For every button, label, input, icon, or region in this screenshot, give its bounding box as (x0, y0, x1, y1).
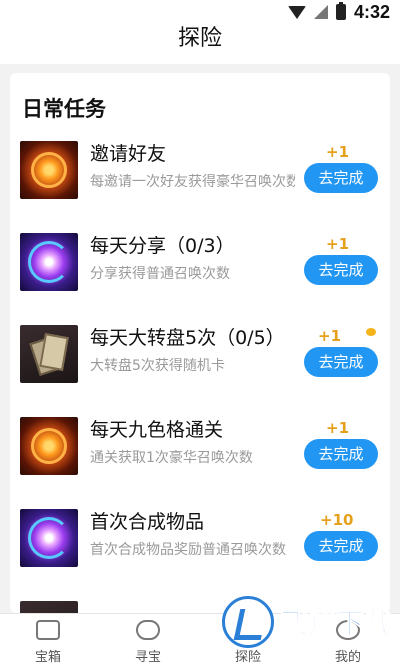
orange-summon-icon (20, 417, 78, 475)
nav-item-treasure-chest[interactable]: 宝箱 (8, 614, 88, 667)
task-reward: +1 (318, 327, 342, 345)
section-title: 日常任务 (22, 97, 106, 121)
watermark: 飞翔下载 (222, 592, 393, 652)
task-row: 邀请好友 每邀请一次好友获得豪华召唤次数 +1 去完成 (10, 133, 390, 213)
treasure-chest-icon (36, 620, 60, 640)
wifi-icon (287, 5, 306, 19)
card-pack-icon (20, 601, 78, 613)
task-desc: 分享获得普通召唤次数 (90, 266, 230, 282)
task-desc: 大转盘5次获得随机卡 (90, 358, 225, 374)
task-title: 首次合成物品 (90, 511, 205, 533)
watermark-logo-icon (222, 596, 274, 648)
card-pack-icon (20, 325, 78, 383)
complete-button[interactable]: 去完成 (304, 163, 378, 193)
nav-label: 宝箱 (34, 650, 61, 665)
task-row: 每天分享（0/3） 分享获得普通召唤次数 +1 去完成 (10, 225, 390, 305)
page-title: 探险 (177, 26, 222, 51)
task-row: 每天大转盘5次（0/5） 大转盘5次获得随机卡 +1 去完成 (10, 317, 390, 397)
coin-icon (366, 328, 376, 336)
watermark-text: 飞翔下载 (280, 607, 393, 641)
task-reward: +1 (326, 235, 350, 253)
task-title: 邀请好友 (90, 143, 167, 165)
header: 探险 (0, 24, 400, 64)
task-reward: +1 (326, 143, 350, 161)
task-reward: +1 (326, 419, 350, 437)
signal-icon (313, 5, 328, 19)
complete-button[interactable]: 去完成 (304, 255, 378, 285)
task-title: 每天分享（0/3） (90, 235, 235, 257)
complete-button[interactable]: 去完成 (304, 347, 378, 377)
purple-vortex-icon (20, 233, 78, 291)
task-reward: +10 (320, 511, 354, 529)
complete-button[interactable]: 去完成 (304, 439, 378, 469)
task-desc: 通关获取1次豪华召唤次数 (90, 450, 253, 466)
task-title: 每天九色格通关 (90, 419, 224, 441)
task-desc: 首次合成物品奖励普通召唤次数 (90, 542, 286, 558)
status-icons: 4:32 (287, 2, 390, 22)
battery-icon (335, 2, 346, 20)
nav-label: 寻宝 (134, 650, 161, 665)
daily-tasks-card: 日常任务 邀请好友 每邀请一次好友获得豪华召唤次数 +1 去完成 每天分享（0/… (10, 73, 390, 613)
task-row: 每天九色格通关 通关获取1次豪华召唤次数 +1 去完成 (10, 409, 390, 489)
task-title: 每天大转盘5次（0/5） (90, 327, 285, 349)
orange-summon-icon (20, 141, 78, 199)
task-desc: 每邀请一次好友获得豪华召唤次数 (90, 174, 295, 190)
gold-ingot-icon (136, 620, 160, 640)
nav-item-treasure-hunt[interactable]: 寻宝 (108, 614, 188, 667)
complete-button[interactable]: 去完成 (304, 531, 378, 561)
task-row: 首次合成物品 首次合成物品奖励普通召唤次数 +10 去完成 (10, 501, 390, 581)
purple-vortex-icon (20, 509, 78, 567)
